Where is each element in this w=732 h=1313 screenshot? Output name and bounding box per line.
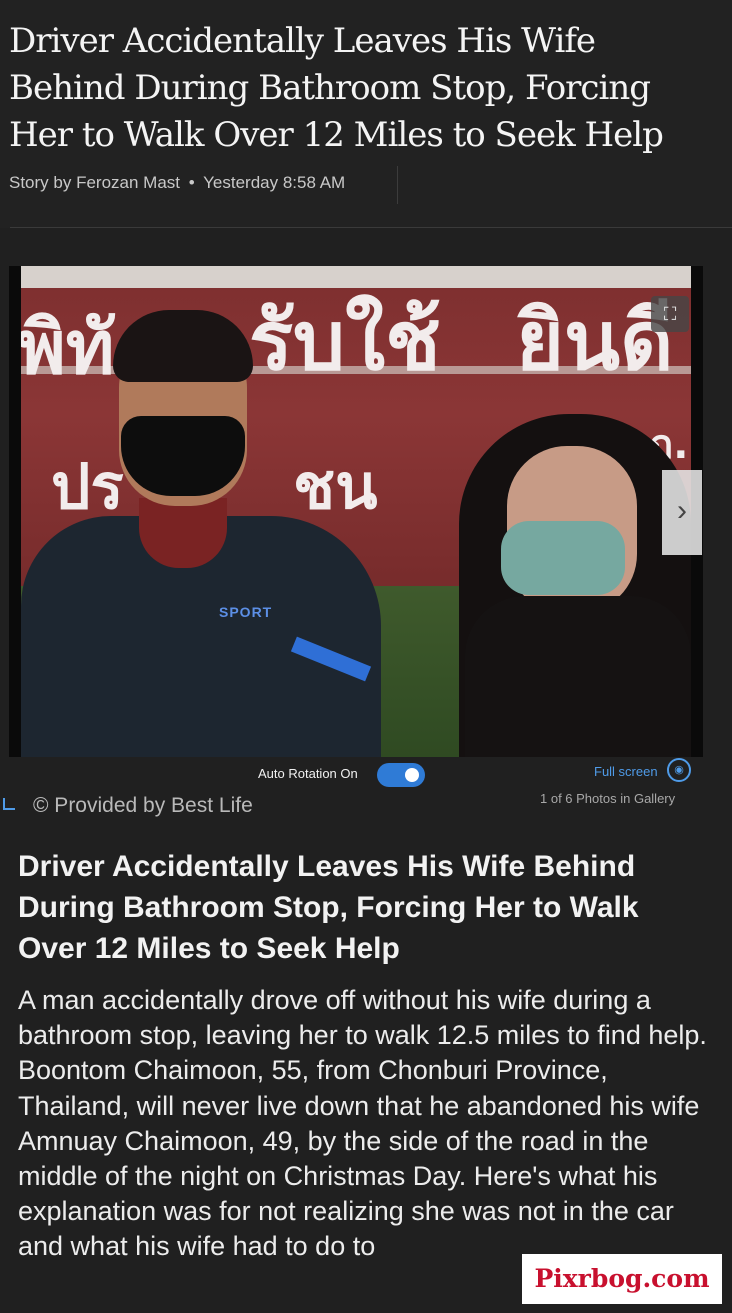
man-mask <box>121 416 245 496</box>
gallery-photo[interactable]: พิทั รับใช้ ยินดี ปร ชน ก. SPORT <box>21 266 691 757</box>
article-header: Driver Accidentally Leaves His Wife Behi… <box>0 0 732 228</box>
sign-text-1b: รับใช้ <box>249 294 441 389</box>
watermark-logo: Pixrbog.com <box>522 1254 722 1304</box>
chevron-right-icon[interactable]: › <box>662 470 702 555</box>
sign-text-1c: ยินดี <box>516 294 674 389</box>
photo-counter: 1 of 6 Photos in Gallery <box>540 791 676 806</box>
fullscreen-icon[interactable]: ◉ <box>667 758 691 782</box>
byline-author[interactable]: Story by Ferozan Mast <box>9 173 180 192</box>
photo-credit: © Provided by Best Life <box>33 794 253 817</box>
auto-rotation-label: Auto Rotation On <box>258 766 358 781</box>
header-divider <box>10 227 732 228</box>
sign-text-1a: พิทั <box>21 305 115 391</box>
byline-divider <box>397 166 398 204</box>
corner-bracket-icon <box>3 798 15 810</box>
expand-icon[interactable]: ⛶ <box>651 296 689 332</box>
woman-body <box>465 596 691 757</box>
caption-body: A man accidentally drove off without his… <box>18 985 707 1262</box>
woman-mask <box>501 521 625 595</box>
fullscreen-link[interactable]: Full screen <box>594 764 658 779</box>
auto-rotation-toggle[interactable] <box>377 763 425 787</box>
byline-time: Yesterday 8:58 AM <box>203 173 346 192</box>
byline: Story by Ferozan Mast • Yesterday 8:58 A… <box>9 173 345 193</box>
toggle-knob <box>405 768 419 782</box>
jacket-logo-text: SPORT <box>219 604 273 620</box>
man-collar <box>139 498 227 568</box>
caption-title: Driver Accidentally Leaves His Wife Behi… <box>18 850 639 965</box>
photo-gallery[interactable]: พิทั รับใช้ ยินดี ปร ชน ก. SPORT ⛶ <box>9 266 703 757</box>
byline-separator: • <box>188 173 195 192</box>
article-page: Driver Accidentally Leaves His Wife Behi… <box>0 0 732 1313</box>
article-headline: Driver Accidentally Leaves His Wife Behi… <box>9 21 664 155</box>
